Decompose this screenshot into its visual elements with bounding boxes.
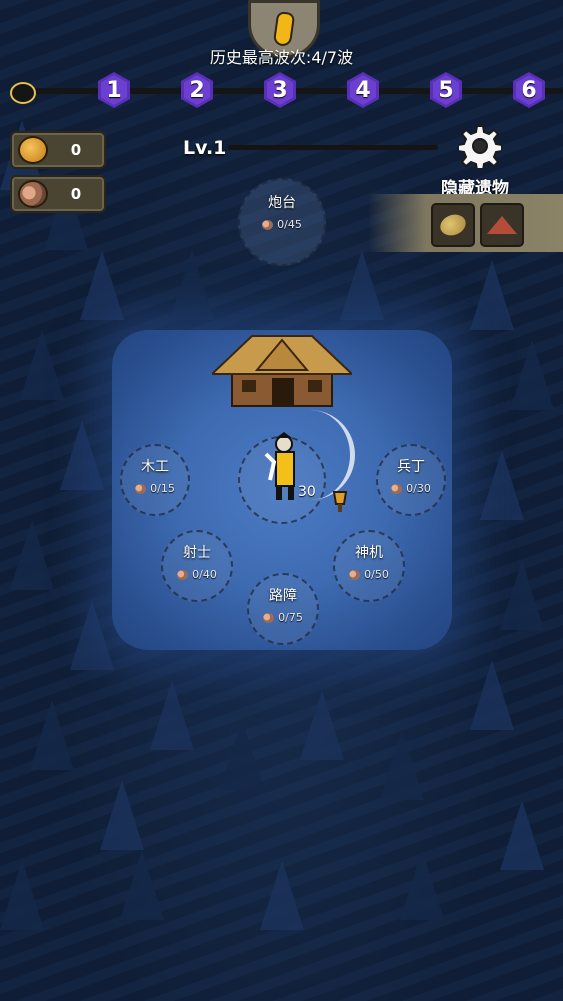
pine-tree: [170, 250, 214, 320]
build-slot-cost: 0/75: [249, 611, 317, 624]
build-slot-name: 兵丁: [397, 459, 425, 475]
hero-character[interactable]: [262, 432, 302, 504]
pine-tree: [220, 720, 264, 790]
pine-tree: [260, 860, 304, 930]
hut-building[interactable]: [212, 330, 352, 410]
cost-text: 0/75: [278, 611, 303, 624]
build-slot-soldier[interactable]: 兵丁 0/30: [376, 444, 446, 516]
pine-tree: [30, 700, 74, 770]
pine-tree: [500, 800, 544, 870]
pine-tree: [10, 520, 54, 590]
player-level: Lv.1: [183, 137, 227, 159]
wood-value: 0: [70, 185, 82, 203]
top-bar: 历史最高波次:4/7波 1 2 3 4 5 6: [0, 0, 563, 120]
build-slot-cost: 0/45: [240, 218, 324, 231]
build-slot-barricade[interactable]: 路障 0/75: [247, 573, 319, 645]
cost-text: 0/30: [406, 482, 431, 495]
wave-marker-6[interactable]: 6: [513, 72, 545, 108]
pine-tree: [0, 860, 44, 930]
wave-marker-2[interactable]: 2: [181, 72, 213, 108]
build-slot-name: 路障: [269, 588, 297, 604]
build-slot-machine[interactable]: 神机 0/50: [333, 530, 405, 602]
pine-tree: [70, 600, 114, 670]
cost-text: 0/40: [192, 568, 217, 581]
seed-icon: [18, 180, 48, 208]
pine-tree: [20, 330, 64, 400]
pine-tree: [120, 850, 164, 920]
wood-counter: 0: [10, 175, 106, 213]
wave-start-marker: [10, 82, 36, 104]
seed-icon: [263, 612, 275, 623]
seed-icon: [391, 483, 403, 494]
red-powder-icon: [487, 216, 517, 234]
pine-tree: [340, 250, 384, 320]
pine-tree: [510, 340, 554, 410]
pine-tree: [380, 730, 424, 800]
seed-icon: [135, 483, 147, 494]
build-slot-cost: 0/30: [378, 482, 444, 495]
build-slot-name: 炮台: [268, 195, 296, 211]
relic-slot-2[interactable]: [480, 203, 524, 247]
pine-tree: [150, 680, 194, 750]
pine-tree: [400, 850, 444, 920]
best-wave-text: 历史最高波次:4/7波: [209, 48, 354, 67]
potato-icon: [437, 211, 469, 239]
pine-tree: [470, 660, 514, 730]
build-slot-name: 木工: [141, 459, 169, 475]
pine-tree: [80, 250, 124, 320]
gold-value: 0: [70, 141, 82, 159]
wave-marker-5[interactable]: 5: [430, 72, 462, 108]
gold-coin-icon: [18, 136, 48, 164]
pine-tree: [470, 260, 514, 330]
gold-counter: 0: [10, 131, 106, 169]
gear-icon[interactable]: [458, 124, 502, 168]
cost-text: 0/50: [364, 568, 389, 581]
build-slot-name: 射士: [183, 545, 211, 561]
build-slot-cost: 0/15: [122, 482, 188, 495]
pine-tree: [60, 420, 104, 490]
wave-marker-3[interactable]: 3: [264, 72, 296, 108]
hero-cost: 30: [298, 484, 316, 500]
axe-icon: [332, 491, 348, 512]
relic-slot-1[interactable]: [431, 203, 475, 247]
exclamation-icon: [274, 13, 294, 45]
seed-icon: [262, 219, 274, 230]
seed-icon: [177, 569, 189, 580]
pine-tree: [480, 450, 524, 520]
xp-bar: [228, 145, 438, 150]
build-slot-archer[interactable]: 射士 0/40: [161, 530, 233, 602]
wave-marker-4[interactable]: 4: [347, 72, 379, 108]
wave-marker-1[interactable]: 1: [98, 72, 130, 108]
seed-icon: [349, 569, 361, 580]
build-slot-cost: 0/40: [163, 568, 231, 581]
build-slot-name: 神机: [355, 545, 383, 561]
pine-tree: [500, 560, 544, 630]
build-slot-cost: 0/50: [335, 568, 403, 581]
build-slot-carpenter[interactable]: 木工 0/15: [120, 444, 190, 516]
build-slot-turret[interactable]: 炮台 0/45: [238, 178, 326, 266]
cost-text: 0/15: [150, 482, 175, 495]
pine-tree: [100, 780, 144, 850]
cost-text: 0/45: [277, 218, 302, 231]
pine-tree: [300, 690, 344, 760]
